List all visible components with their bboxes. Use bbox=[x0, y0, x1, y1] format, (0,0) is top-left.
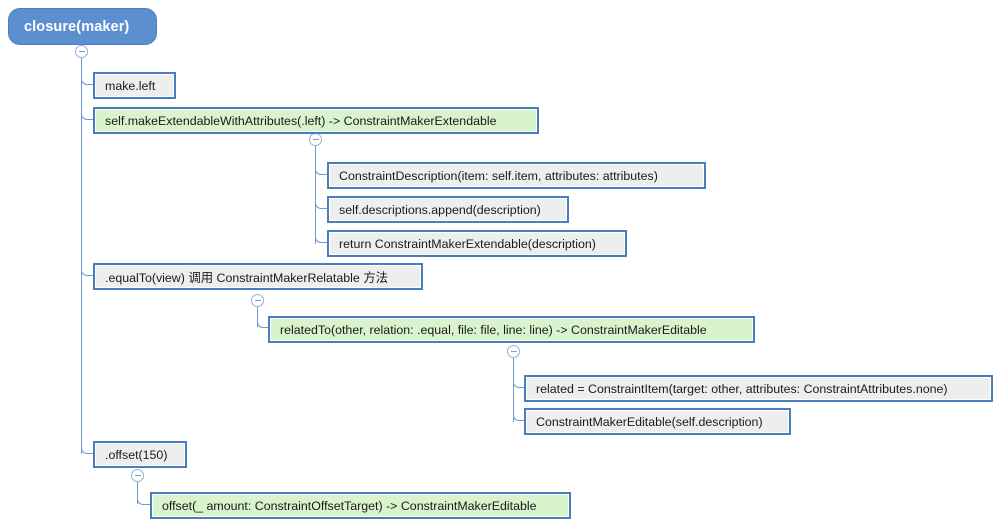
node-label: related = ConstraintItem(target: other, … bbox=[527, 378, 990, 399]
node-constraint-description[interactable]: ConstraintDescription(item: self.item, a… bbox=[327, 162, 706, 189]
collapse-toggle-root[interactable] bbox=[75, 45, 88, 58]
node-label: closure(maker) bbox=[24, 18, 130, 35]
collapse-toggle-equal-to[interactable] bbox=[251, 294, 264, 307]
node-label: ConstraintDescription(item: self.item, a… bbox=[330, 165, 703, 186]
node-related-to[interactable]: relatedTo(other, relation: .equal, file:… bbox=[268, 316, 755, 343]
node-offset-method[interactable]: offset(_ amount: ConstraintOffsetTarget)… bbox=[150, 492, 571, 519]
node-root-closure-maker[interactable]: closure(maker) bbox=[8, 8, 157, 45]
node-label: self.makeExtendableWithAttributes(.left)… bbox=[96, 110, 536, 131]
node-label: .offset(150) bbox=[96, 444, 184, 465]
node-label: offset(_ amount: ConstraintOffsetTarget)… bbox=[153, 495, 568, 516]
collapse-toggle-make-extendable[interactable] bbox=[309, 133, 322, 146]
node-make-extendable-with-attributes[interactable]: self.makeExtendableWithAttributes(.left)… bbox=[93, 107, 539, 134]
collapse-minus-icon bbox=[254, 300, 261, 301]
node-return-constraint-maker-extendable[interactable]: return ConstraintMakerExtendable(descrip… bbox=[327, 230, 627, 257]
collapse-toggle-related-to[interactable] bbox=[507, 345, 520, 358]
connector-trunk-make-extendable bbox=[315, 139, 316, 244]
node-offset-150[interactable]: .offset(150) bbox=[93, 441, 187, 468]
node-label: return ConstraintMakerExtendable(descrip… bbox=[330, 233, 624, 254]
node-equal-to-view[interactable]: .equalTo(view) 调用 ConstraintMakerRelatab… bbox=[93, 263, 423, 290]
collapse-minus-icon bbox=[510, 351, 517, 352]
collapse-toggle-offset[interactable] bbox=[131, 469, 144, 482]
node-label: .equalTo(view) 调用 ConstraintMakerRelatab… bbox=[96, 266, 420, 287]
node-label: relatedTo(other, relation: .equal, file:… bbox=[271, 319, 752, 340]
diagram-canvas: closure(maker) make.left self.makeExtend… bbox=[0, 0, 1000, 527]
collapse-minus-icon bbox=[134, 475, 141, 476]
node-descriptions-append[interactable]: self.descriptions.append(description) bbox=[327, 196, 569, 223]
node-label: ConstraintMakerEditable(self.description… bbox=[527, 411, 788, 432]
node-make-left[interactable]: make.left bbox=[93, 72, 176, 99]
node-label: make.left bbox=[96, 75, 173, 96]
collapse-minus-icon bbox=[78, 51, 85, 52]
connector-elbow-offset-method bbox=[137, 498, 150, 505]
collapse-minus-icon bbox=[312, 139, 319, 140]
node-label: self.descriptions.append(description) bbox=[330, 199, 566, 220]
connector-trunk-related-to bbox=[513, 352, 514, 422]
node-related-constraint-item[interactable]: related = ConstraintItem(target: other, … bbox=[524, 375, 993, 402]
node-constraint-maker-editable[interactable]: ConstraintMakerEditable(self.description… bbox=[524, 408, 791, 435]
